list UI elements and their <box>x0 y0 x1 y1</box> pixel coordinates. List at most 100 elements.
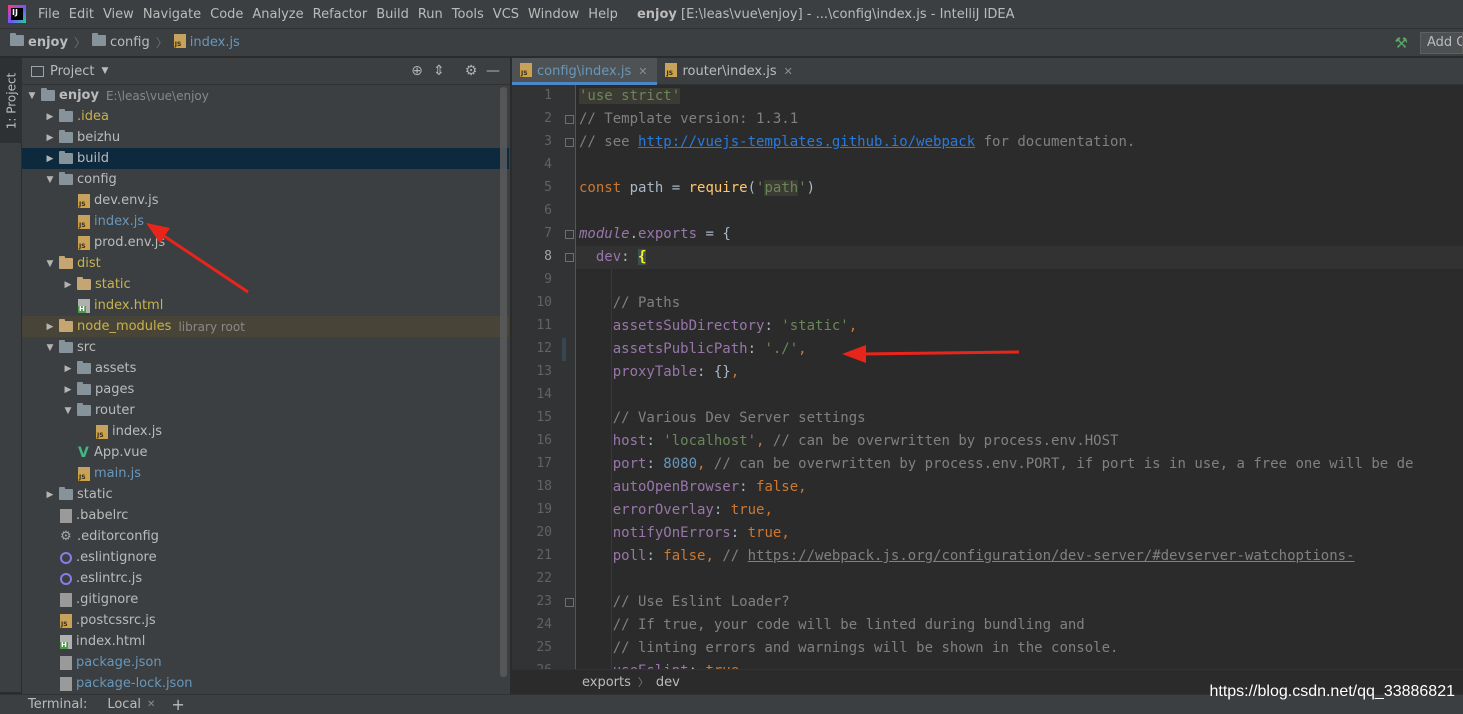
menu-edit[interactable]: Edit <box>69 7 101 22</box>
project-folder-icon <box>41 88 55 101</box>
tree-item-label: src <box>77 340 96 355</box>
expanded-arrow-icon[interactable]: ▼ <box>42 343 58 353</box>
code-line: // Template version: 1.3.1 <box>579 111 799 127</box>
tree-item-package-lock-json[interactable]: package-lock.json <box>22 673 509 694</box>
chevron-down-icon[interactable]: ▼ <box>101 66 108 76</box>
tree-item-eslintrc-js[interactable]: .eslintrc.js <box>22 568 509 589</box>
breadcrumb-exports[interactable]: exports <box>582 675 631 690</box>
menu-analyze[interactable]: Analyze <box>252 7 310 22</box>
tree-item-dist-index-html[interactable]: index.html <box>22 295 509 316</box>
locate-file-icon[interactable]: ⊕ <box>406 62 428 80</box>
tree-item-assets[interactable]: ▶ assets <box>22 358 509 379</box>
breadcrumb-file[interactable]: index.js <box>173 33 240 52</box>
tree-item-postcssrc-js[interactable]: .postcssrc.js <box>22 610 509 631</box>
collapsed-arrow-icon[interactable]: ▶ <box>42 490 58 500</box>
tree-item-config-index-js[interactable]: index.js <box>22 211 509 232</box>
tree-item-root[interactable]: ▼ enjoy E:\leas\vue\enjoy <box>22 85 509 106</box>
folder-icon <box>59 151 73 164</box>
expanded-arrow-icon[interactable]: ▼ <box>42 259 58 269</box>
add-terminal-icon[interactable]: + <box>171 695 184 714</box>
add-configuration-button[interactable]: Add C <box>1420 32 1463 54</box>
tree-item-dist-static[interactable]: ▶ static <box>22 274 509 295</box>
tab-config-index-js[interactable]: config\index.js ✕ <box>512 58 658 85</box>
js-file-icon <box>78 214 90 229</box>
settings-gear-icon[interactable]: ⚙ <box>460 62 482 80</box>
close-icon[interactable]: ✕ <box>784 65 793 78</box>
tree-item-babelrc[interactable]: .babelrc <box>22 505 509 526</box>
folder-icon <box>59 172 73 185</box>
tree-item-package-json[interactable]: package.json <box>22 652 509 673</box>
tree-item-dist[interactable]: ▼ dist <box>22 253 509 274</box>
tree-item-main-js[interactable]: main.js <box>22 463 509 484</box>
build-hammer-icon[interactable]: ⚒ <box>1395 34 1408 52</box>
fold-marker-icon[interactable] <box>565 138 574 147</box>
menu-code[interactable]: Code <box>210 7 250 22</box>
collapsed-arrow-icon[interactable]: ▶ <box>42 154 58 164</box>
collapsed-arrow-icon[interactable]: ▶ <box>42 322 58 332</box>
collapse-all-icon[interactable]: ⇕ <box>428 62 450 80</box>
tree-item-config[interactable]: ▼ config <box>22 169 509 190</box>
close-icon[interactable]: ✕ <box>147 699 155 710</box>
tree-item-idea[interactable]: ▶ .idea <box>22 106 509 127</box>
menu-run[interactable]: Run <box>418 7 450 22</box>
menu-window[interactable]: Window <box>528 7 586 22</box>
collapsed-arrow-icon[interactable]: ▶ <box>60 280 76 290</box>
breadcrumb-project[interactable]: enjoy <box>10 33 68 50</box>
tree-item-pages[interactable]: ▶ pages <box>22 379 509 400</box>
tree-item-node-modules[interactable]: ▶ node_modules library root <box>22 316 509 337</box>
collapsed-arrow-icon[interactable]: ▶ <box>60 385 76 395</box>
menu-build[interactable]: Build <box>376 7 416 22</box>
close-icon[interactable]: ✕ <box>638 65 647 78</box>
hide-panel-icon[interactable]: — <box>482 62 504 80</box>
collapsed-arrow-icon[interactable]: ▶ <box>60 364 76 374</box>
code-line: useEslint: true, <box>579 660 748 669</box>
code-line: dev: { <box>595 249 647 265</box>
expanded-arrow-icon[interactable]: ▼ <box>60 406 76 416</box>
menu-view[interactable]: View <box>103 7 141 22</box>
line-number: 7 <box>544 226 552 241</box>
tree-item-eslintignore[interactable]: .eslintignore <box>22 547 509 568</box>
tree-item-beizhu[interactable]: ▶ beizhu <box>22 127 509 148</box>
tree-item-dev-env-js[interactable]: dev.env.js <box>22 190 509 211</box>
fold-marker-icon[interactable] <box>565 253 574 262</box>
tree-item-prod-env-js[interactable]: prod.env.js <box>22 232 509 253</box>
fold-marker-icon[interactable] <box>565 115 574 124</box>
fold-marker-icon[interactable] <box>565 230 574 239</box>
menu-vcs[interactable]: VCS <box>493 7 526 22</box>
tree-item-build[interactable]: ▶ build <box>22 148 509 169</box>
tree-item-label: beizhu <box>77 130 121 145</box>
collapsed-arrow-icon[interactable]: ▶ <box>42 112 58 122</box>
line-number: 15 <box>536 410 552 425</box>
menu-navigate[interactable]: Navigate <box>143 7 208 22</box>
collapsed-arrow-icon[interactable]: ▶ <box>42 133 58 143</box>
expanded-arrow-icon[interactable]: ▼ <box>42 175 58 185</box>
menu-refactor[interactable]: Refactor <box>313 7 375 22</box>
tab-router-index-js[interactable]: router\index.js ✕ <box>657 58 802 85</box>
tree-scrollbar[interactable] <box>500 87 507 677</box>
line-number: 23 <box>536 594 552 609</box>
menu-file[interactable]: File <box>38 7 67 22</box>
tree-item-index-html[interactable]: index.html <box>22 631 509 652</box>
project-view-selector[interactable]: Project <box>50 64 94 79</box>
tree-item-label: .eslintignore <box>76 550 157 565</box>
code-line: autoOpenBrowser: false, <box>612 479 807 495</box>
breadcrumb-config[interactable]: config <box>91 33 150 50</box>
line-number: 1 <box>544 88 552 103</box>
terminal-tab-local[interactable]: Local <box>107 697 141 712</box>
tree-item-gitignore[interactable]: .gitignore <box>22 589 509 610</box>
code-editor[interactable]: 1 2 3 4 5 6 7 8 9 10 11 12 13 14 15 16 17 18 19 20 21 22 23 24 2… <box>512 85 1463 669</box>
project-tool-tab[interactable]: 1: Project <box>0 58 22 143</box>
menu-help[interactable]: Help <box>588 7 625 22</box>
expanded-arrow-icon[interactable]: ▼ <box>24 91 40 101</box>
fold-marker-icon[interactable] <box>565 598 574 607</box>
tree-item-static[interactable]: ▶ static <box>22 484 509 505</box>
menu-tools[interactable]: Tools <box>452 7 491 22</box>
tree-item-app-vue[interactable]: V App.vue <box>22 442 509 463</box>
tree-item-router-index-js[interactable]: index.js <box>22 421 509 442</box>
breadcrumb-dev[interactable]: dev <box>656 675 680 690</box>
tree-item-router[interactable]: ▼ router <box>22 400 509 421</box>
terminal-label[interactable]: Terminal: <box>28 697 87 712</box>
tree-item-src[interactable]: ▼ src <box>22 337 509 358</box>
tree-item-editorconfig[interactable]: ⚙ .editorconfig <box>22 526 509 547</box>
code-line: // If true, your code will be linted dur… <box>612 617 1085 633</box>
